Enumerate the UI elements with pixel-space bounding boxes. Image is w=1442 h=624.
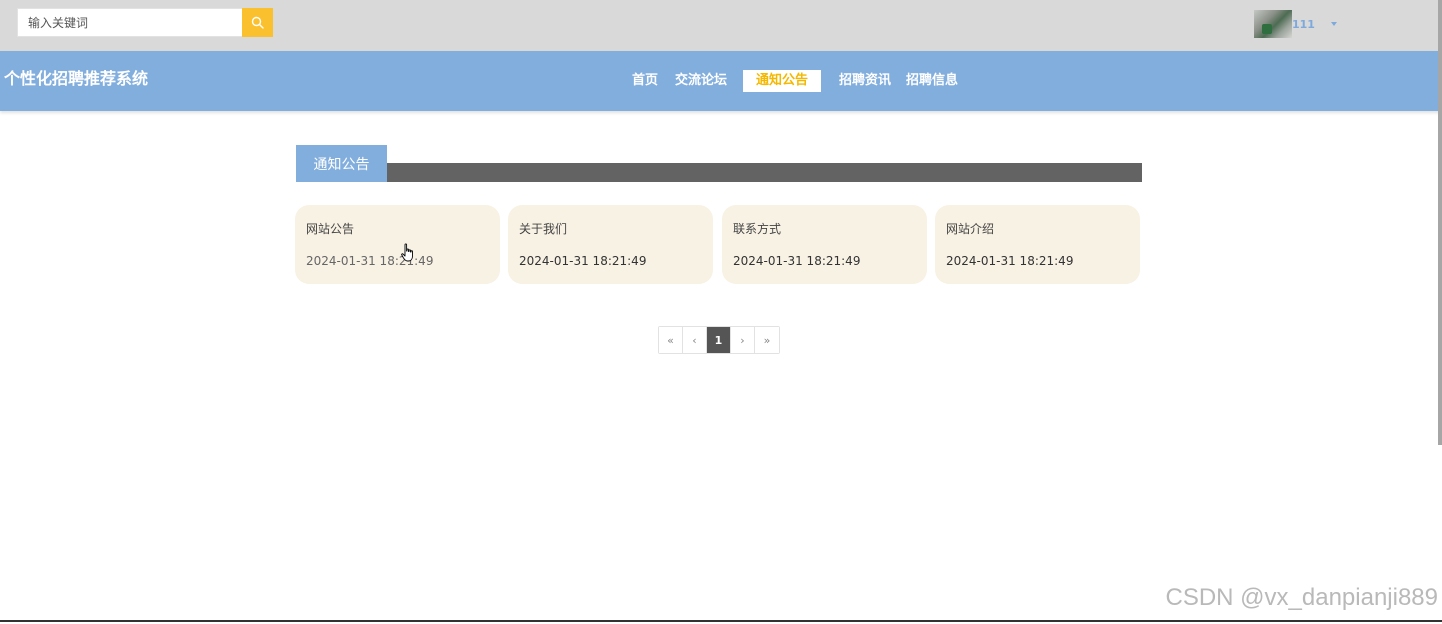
- page-number-button[interactable]: 1: [707, 327, 731, 353]
- search-button[interactable]: [242, 8, 273, 37]
- main-nav: 个性化招聘推荐系统 首页 交流论坛 通知公告 招聘资讯 招聘信息: [0, 51, 1442, 111]
- avatar[interactable]: [1254, 10, 1292, 38]
- page-next-button[interactable]: ›: [731, 327, 755, 353]
- pagination: « ‹ 1 › »: [658, 326, 780, 354]
- user-menu[interactable]: 111: [1254, 10, 1337, 38]
- search-icon: [251, 16, 264, 29]
- notice-card[interactable]: 网站公告 2024-01-31 18:21:49: [295, 205, 500, 284]
- section-divider: [386, 163, 1142, 182]
- user-name[interactable]: 111: [1292, 18, 1315, 31]
- hand-cursor-icon: [401, 243, 413, 262]
- search-input[interactable]: [17, 8, 242, 37]
- bottom-border: [0, 620, 1442, 622]
- card-title: 联系方式: [733, 222, 782, 236]
- page-last-button[interactable]: »: [755, 327, 779, 353]
- page-first-button[interactable]: «: [659, 327, 683, 353]
- page-prev-button[interactable]: ‹: [683, 327, 707, 353]
- nav-item-jobs[interactable]: 招聘信息: [906, 70, 958, 92]
- nav-item-forum[interactable]: 交流论坛: [675, 70, 727, 92]
- scrollbar[interactable]: [1438, 0, 1442, 445]
- notice-card[interactable]: 关于我们 2024-01-31 18:21:49: [508, 205, 713, 284]
- watermark: CSDN @vx_danpianji889: [1165, 584, 1438, 611]
- nav-item-home[interactable]: 首页: [632, 70, 658, 92]
- card-title: 网站介绍: [946, 222, 995, 236]
- top-bar: 111: [0, 0, 1442, 51]
- card-date: 2024-01-31 18:21:49: [733, 254, 861, 268]
- nav-item-notice[interactable]: 通知公告: [743, 70, 821, 92]
- search-box: [17, 8, 273, 37]
- card-date: 2024-01-31 18:21:49: [519, 254, 647, 268]
- card-date: 2024-01-31 18:21:49: [946, 254, 1074, 268]
- notice-card[interactable]: 网站介绍 2024-01-31 18:21:49: [935, 205, 1140, 284]
- card-title: 关于我们: [519, 222, 568, 236]
- section-title: 通知公告: [296, 145, 387, 182]
- chevron-down-icon[interactable]: [1330, 22, 1337, 26]
- site-title: 个性化招聘推荐系统: [4, 69, 149, 88]
- section-header: 通知公告: [296, 145, 1142, 182]
- card-title: 网站公告: [306, 222, 355, 236]
- nav-item-news[interactable]: 招聘资讯: [839, 70, 891, 92]
- notice-card[interactable]: 联系方式 2024-01-31 18:21:49: [722, 205, 927, 284]
